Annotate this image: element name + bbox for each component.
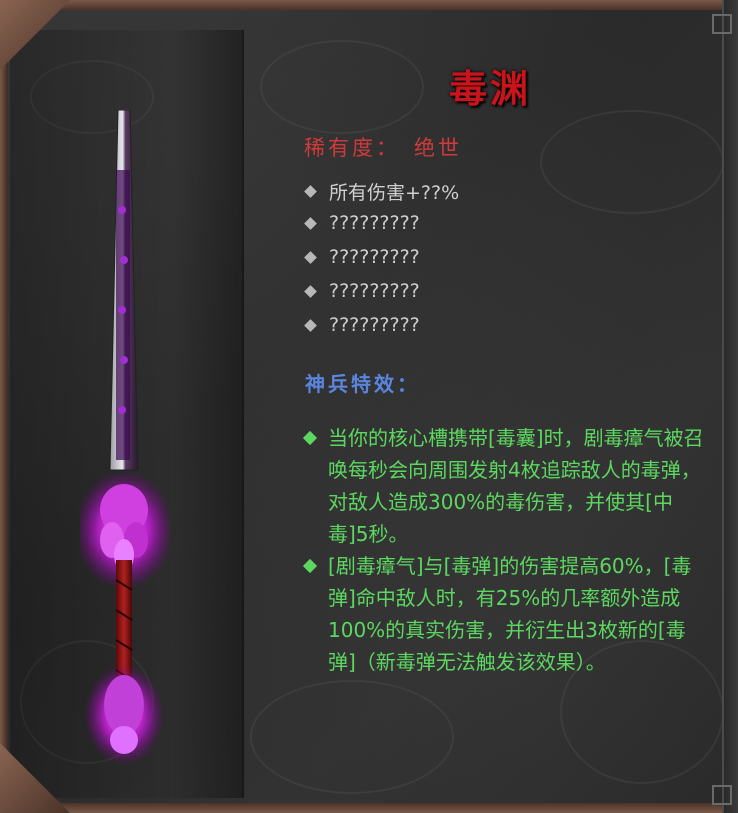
diamond-bullet-icon bbox=[304, 250, 317, 264]
frame-top bbox=[0, 0, 738, 10]
green-diamond-bullet-icon bbox=[302, 430, 318, 446]
special-effect-item: 当你的核心槽携带[毒囊]时，剧毒瘴气被召唤每秒会向周围发射4枚追踪敌人的毒弹，对… bbox=[302, 422, 705, 550]
diamond-bullet-icon bbox=[304, 185, 317, 198]
stat-text: ????????? bbox=[329, 212, 420, 234]
rarity-value: 绝世 bbox=[414, 136, 462, 160]
corner-ornament-icon bbox=[712, 14, 732, 34]
frame-bottom bbox=[0, 803, 738, 813]
green-diamond-bullet-icon bbox=[302, 558, 318, 574]
stat-line: ????????? bbox=[303, 212, 420, 234]
cloud-decoration bbox=[250, 680, 454, 794]
cloud-decoration bbox=[260, 40, 424, 134]
special-effect-text: 当你的核心槽携带[毒囊]时，剧毒瘴气被召唤每秒会向周围发射4枚追踪敌人的毒弹，对… bbox=[328, 426, 704, 546]
diamond-bullet-icon bbox=[304, 216, 317, 230]
stat-line: ????????? bbox=[303, 280, 420, 302]
stat-text: ????????? bbox=[329, 314, 420, 336]
stat-text: 所有伤害+??% bbox=[329, 182, 460, 204]
stat-line: ????????? bbox=[303, 246, 420, 268]
corner-ornament-icon bbox=[712, 785, 732, 805]
frame-left bbox=[0, 0, 8, 813]
item-name: 毒渊 bbox=[448, 66, 531, 111]
rarity-line: 稀有度： 绝世 bbox=[304, 132, 462, 162]
special-effect-text: [剧毒瘴气]与[毒弹]的伤害提高60%，[毒弹]命中敌人时，有25%的几率额外造… bbox=[328, 554, 692, 674]
rarity-label: 稀有度： bbox=[304, 136, 400, 160]
stat-line: ????????? bbox=[303, 314, 420, 336]
special-effect-item: [剧毒瘴气]与[毒弹]的伤害提高60%，[毒弹]命中敌人时，有25%的几率额外造… bbox=[302, 550, 705, 678]
special-effects-title: 神兵特效： bbox=[305, 372, 420, 396]
sword-icon bbox=[80, 110, 170, 765]
stat-text: ????????? bbox=[329, 246, 420, 268]
stat-text: ????????? bbox=[329, 280, 420, 302]
frame-right bbox=[722, 0, 738, 813]
cloud-decoration bbox=[540, 110, 724, 214]
item-detail-panel: 毒渊 稀有度： 绝世 所有伤害+??% ????????? ????????? ?… bbox=[0, 0, 738, 813]
stat-line: 所有伤害+??% bbox=[303, 178, 459, 205]
diamond-bullet-icon bbox=[304, 318, 317, 332]
diamond-bullet-icon bbox=[304, 284, 317, 298]
